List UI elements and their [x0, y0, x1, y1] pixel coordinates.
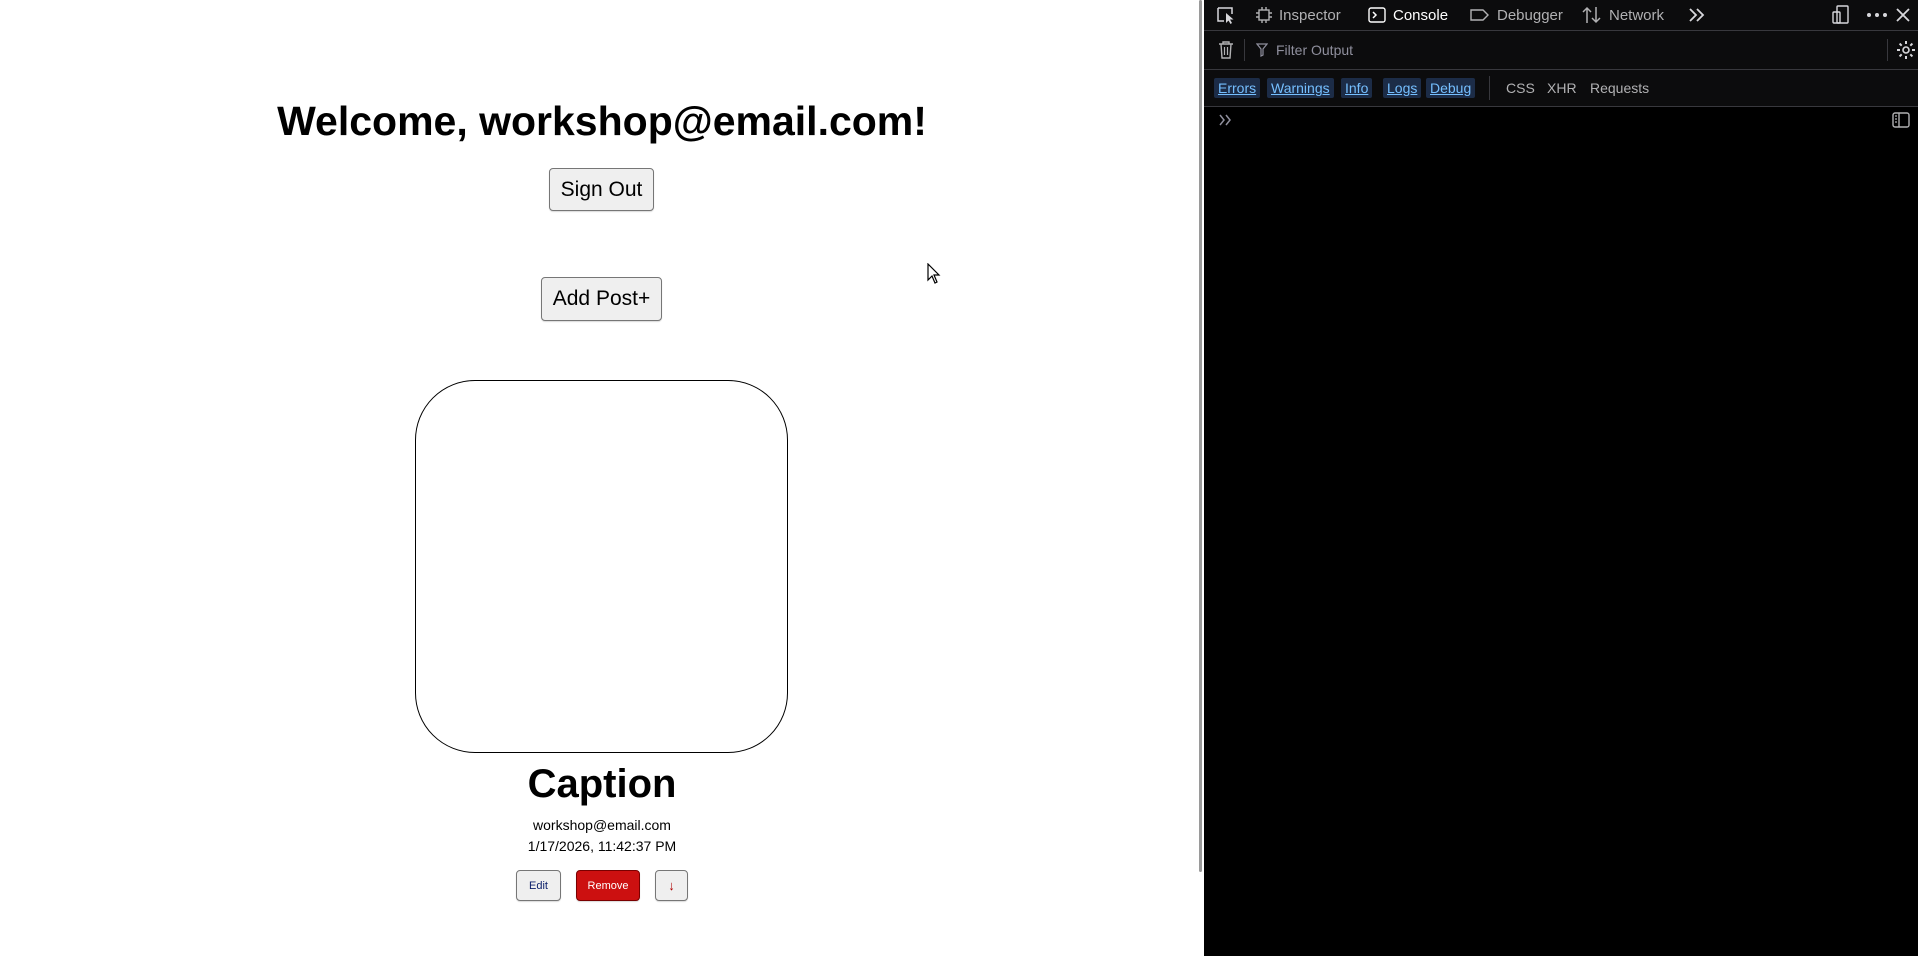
- welcome-heading: Welcome, workshop@email.com!: [277, 98, 927, 144]
- devtools-toolbar: Inspector Console Debugger Network: [1204, 0, 1918, 31]
- tab-console[interactable]: Console: [1368, 0, 1448, 30]
- more-options-icon[interactable]: [1866, 12, 1888, 18]
- console-input-row[interactable]: [1204, 107, 1918, 133]
- responsive-design-icon[interactable]: [1831, 5, 1851, 25]
- close-icon[interactable]: [1896, 8, 1910, 22]
- console-filter-bar: Filter Output: [1204, 31, 1918, 70]
- post-author: workshop@email.com: [533, 817, 671, 833]
- post-timestamp: 1/17/2026, 11:42:37 PM: [527, 838, 677, 854]
- add-post-button[interactable]: Add Post+: [541, 277, 662, 321]
- tab-console-label: Console: [1393, 6, 1449, 24]
- mouse-cursor-icon: [927, 263, 941, 284]
- filter-requests[interactable]: Requests: [1586, 78, 1653, 98]
- prompt-chevron-icon: [1219, 114, 1231, 126]
- filter-warnings[interactable]: Warnings: [1267, 78, 1334, 98]
- filter-placeholder: Filter Output: [1276, 42, 1354, 58]
- filter-icon: [1256, 43, 1268, 57]
- sign-out-button[interactable]: Sign Out: [549, 168, 654, 211]
- debugger-icon: [1470, 9, 1489, 21]
- console-settings-gear-icon[interactable]: [1896, 40, 1916, 60]
- element-picker-icon[interactable]: [1216, 6, 1236, 24]
- log-level-filters: Errors Warnings Info Logs Debug CSS XHR …: [1204, 70, 1918, 107]
- filter-xhr[interactable]: XHR: [1543, 78, 1581, 98]
- filter-info[interactable]: Info: [1341, 78, 1373, 98]
- tab-inspector[interactable]: Inspector: [1256, 0, 1341, 30]
- tab-network-label: Network: [1609, 6, 1665, 24]
- edit-button[interactable]: Edit: [516, 870, 561, 901]
- devtools-panel: Inspector Console Debugger Network Filte…: [1204, 0, 1918, 956]
- filter-logs[interactable]: Logs: [1383, 78, 1422, 98]
- filter-css[interactable]: CSS: [1502, 78, 1539, 98]
- download-button[interactable]: ↓: [655, 870, 688, 901]
- console-icon: [1368, 7, 1386, 23]
- web-page: Welcome, workshop@email.com! Sign Out Ad…: [0, 0, 1198, 956]
- more-tabs-chevron-icon[interactable]: [1687, 7, 1707, 23]
- editor-mode-icon[interactable]: [1892, 112, 1910, 128]
- inspector-icon: [1256, 7, 1272, 23]
- trash-icon[interactable]: [1218, 41, 1234, 59]
- network-icon: [1582, 6, 1601, 24]
- tab-network[interactable]: Network: [1582, 0, 1664, 30]
- filter-errors[interactable]: Errors: [1214, 78, 1261, 98]
- post-caption: Caption: [527, 762, 677, 806]
- filter-output-input[interactable]: Filter Output: [1256, 36, 1856, 64]
- post-image: [415, 380, 788, 753]
- remove-button[interactable]: Remove: [576, 870, 640, 901]
- tab-debugger-label: Debugger: [1497, 6, 1563, 24]
- tab-inspector-label: Inspector: [1279, 6, 1341, 24]
- tab-debugger[interactable]: Debugger: [1470, 0, 1563, 30]
- filter-debug[interactable]: Debug: [1426, 78, 1476, 98]
